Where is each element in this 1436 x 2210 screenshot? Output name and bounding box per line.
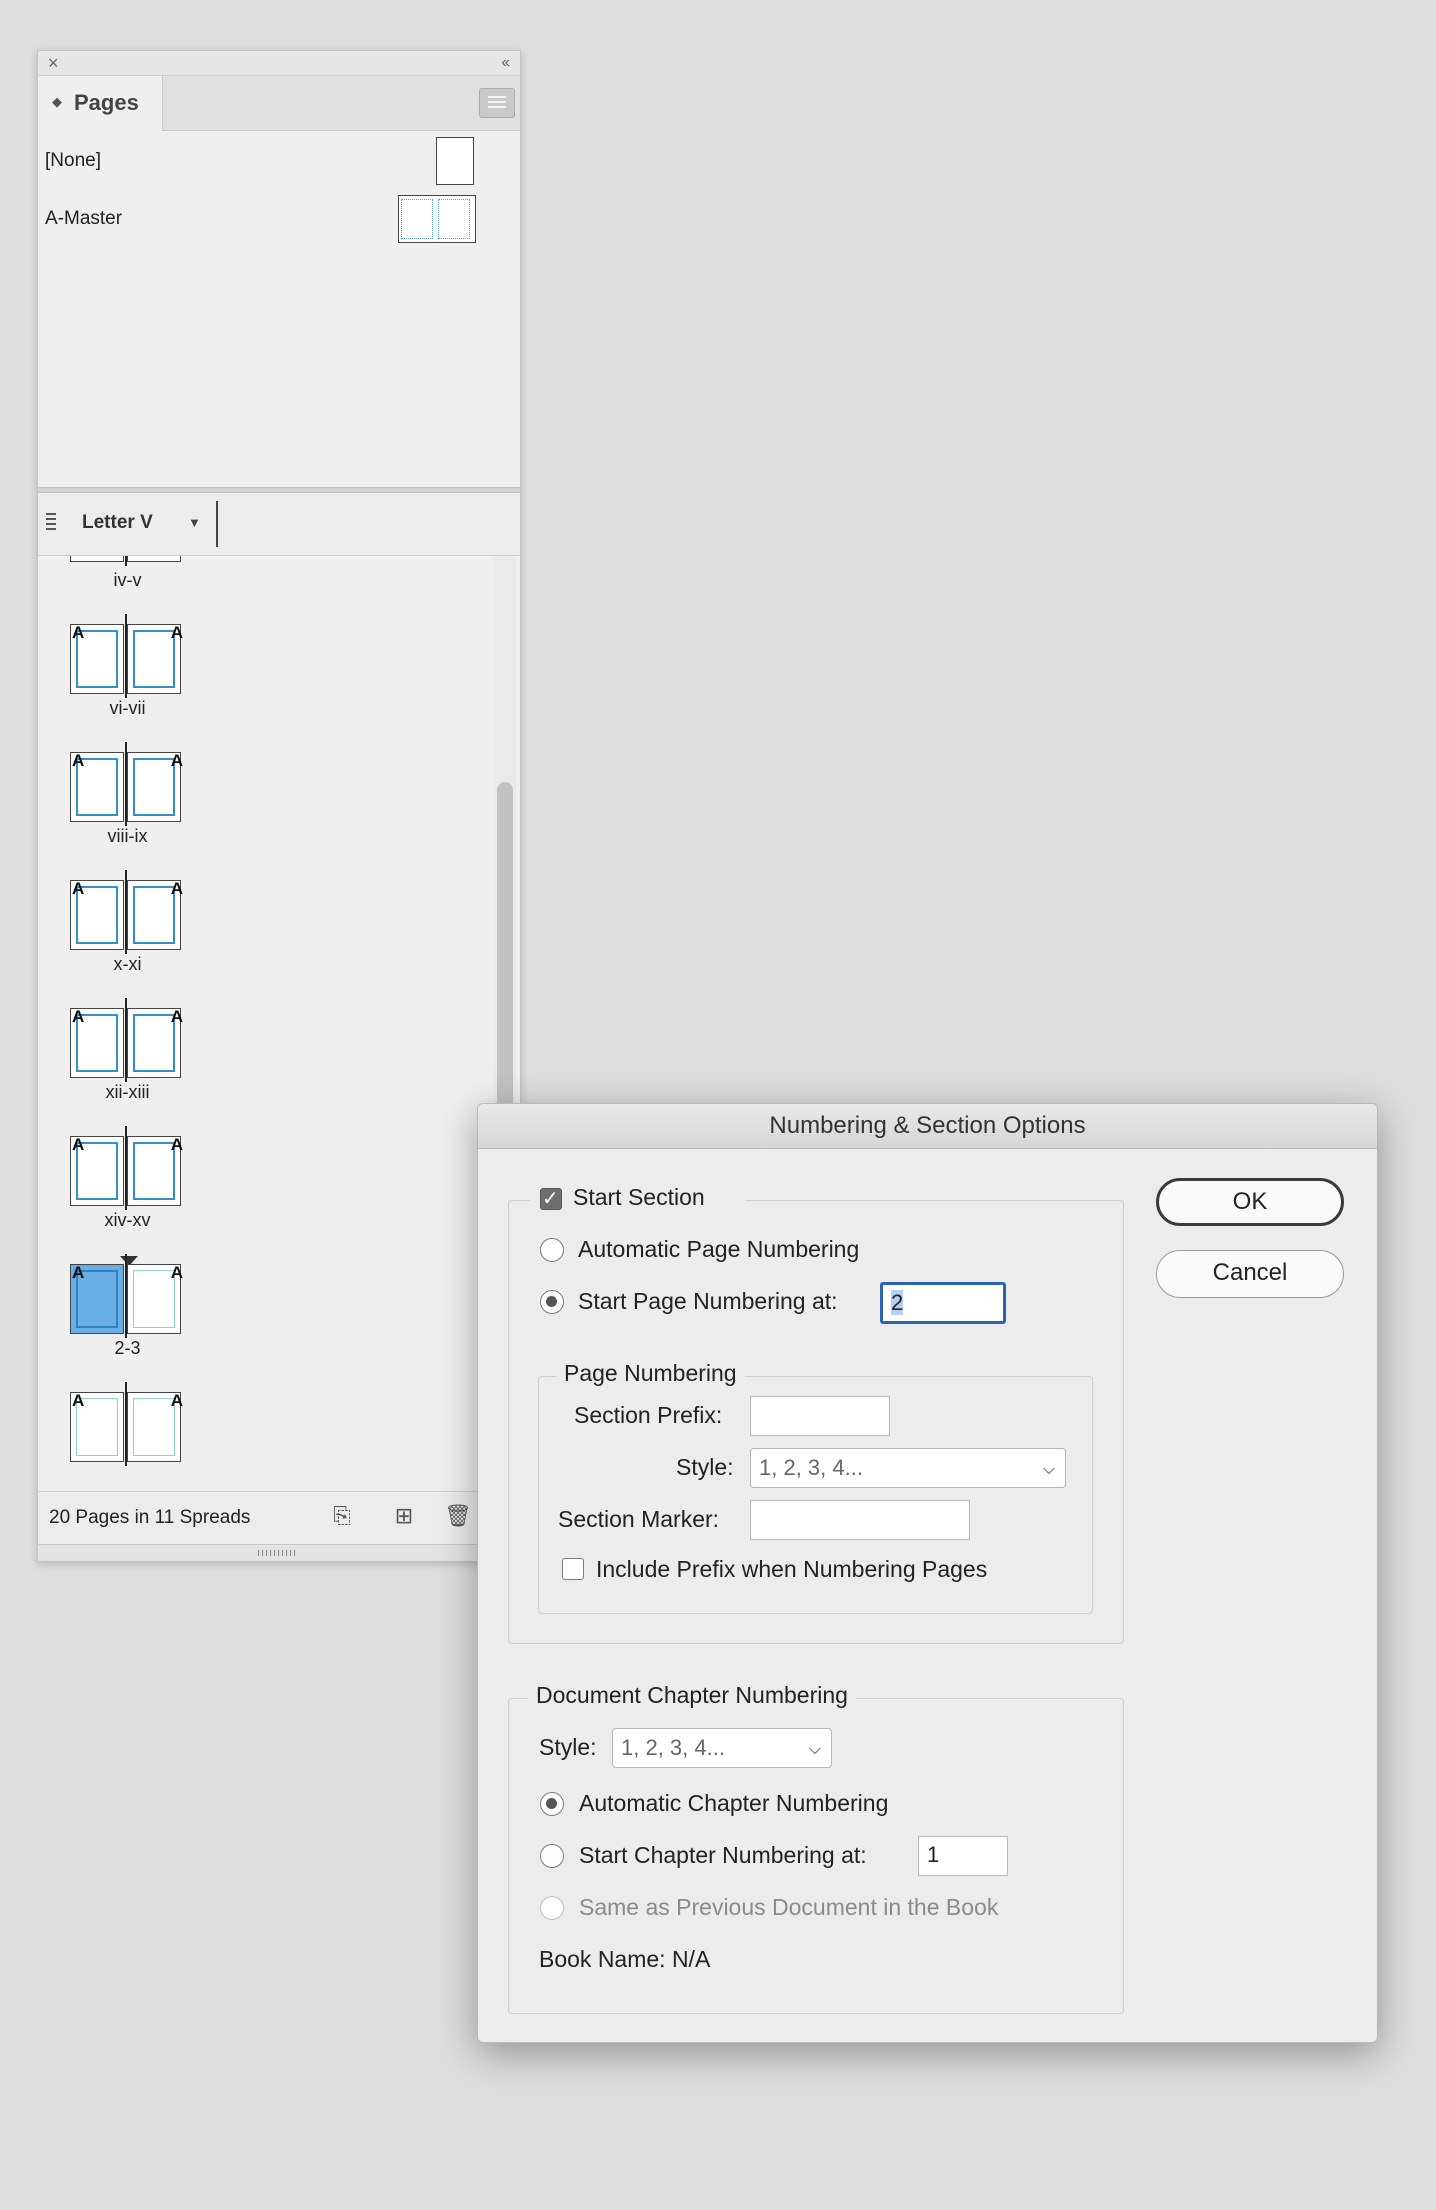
- collapse-icon[interactable]: ‹‹: [501, 52, 510, 74]
- section-prefix-input[interactable]: [750, 1396, 890, 1436]
- spread-thumbnail[interactable]: A A: [70, 998, 185, 1082]
- master-none-thumbnail[interactable]: [436, 137, 474, 185]
- page-thumbnail[interactable]: [127, 556, 181, 562]
- chevron-down-icon[interactable]: ▼: [188, 515, 201, 530]
- spread-label: x-xi: [113, 954, 142, 974]
- chapter-style-select[interactable]: 1, 2, 3, 4... ⌵: [612, 1728, 832, 1768]
- master-marker: A: [170, 751, 183, 770]
- spread-thumbnail[interactable]: A A: [70, 1382, 185, 1466]
- chapter-style-label: Style:: [539, 1734, 597, 1760]
- master-marker: A: [170, 1135, 183, 1154]
- auto-chapter-numbering-radio[interactable]: [540, 1792, 564, 1816]
- master-a-thumbnail[interactable]: [398, 195, 476, 243]
- pages-panel: × ‹‹ ◆ Pages [None] A-Master Letter V ▼: [37, 50, 521, 1562]
- spreads-list: iv-v A A vi-vii A A viii-ix A A x-xi A A…: [38, 556, 520, 1489]
- new-page-icon[interactable]: ⊞: [390, 1502, 418, 1530]
- dialog-title: Numbering & Section Options: [478, 1104, 1377, 1149]
- cancel-button[interactable]: Cancel: [1156, 1250, 1344, 1298]
- section-marker-input[interactable]: [750, 1500, 970, 1540]
- page-numbering-legend: Page Numbering: [556, 1360, 745, 1387]
- chevron-down-icon: ⌵: [808, 1741, 821, 1758]
- spread-thumbnail[interactable]: A A: [70, 742, 185, 826]
- master-marker: A: [72, 1135, 85, 1154]
- panel-titlebar: × ‹‹: [38, 51, 520, 76]
- numbering-section-dialog: Numbering & Section Options Start Sectio…: [477, 1103, 1378, 2043]
- divider: [216, 501, 218, 547]
- auto-page-numbering-radio[interactable]: [540, 1238, 564, 1262]
- page-size-dropdown[interactable]: Letter V: [82, 512, 153, 534]
- panel-resize-grip[interactable]: [38, 1544, 520, 1561]
- page-thumbnail[interactable]: [70, 556, 124, 562]
- panel-tabbar: ◆ Pages: [38, 76, 520, 131]
- auto-page-numbering-label: Automatic Page Numbering: [578, 1236, 860, 1262]
- tab-pages-label: Pages: [74, 90, 139, 115]
- spread-label: xiv-xv: [104, 1210, 151, 1230]
- master-marker: A: [72, 879, 85, 898]
- book-name-label: Book Name: N/A: [539, 1946, 711, 1972]
- start-page-numbering-label: Start Page Numbering at:: [578, 1288, 838, 1314]
- spread-label: 2-3: [114, 1338, 141, 1358]
- ok-button[interactable]: OK: [1156, 1178, 1344, 1226]
- master-none-row[interactable]: [None]: [38, 137, 520, 187]
- master-marker: A: [170, 1263, 183, 1282]
- master-marker: A: [72, 623, 85, 642]
- tab-pages[interactable]: ◆ Pages: [38, 76, 163, 131]
- spread-label: xii-xiii: [105, 1082, 150, 1102]
- page-size-icon[interactable]: ⎘: [328, 1502, 356, 1530]
- start-page-numbering-radio[interactable]: [540, 1290, 564, 1314]
- same-as-previous-label: Same as Previous Document in the Book: [579, 1894, 999, 1920]
- master-a-row[interactable]: A-Master: [38, 195, 520, 245]
- expand-collapse-icon: ◆: [52, 94, 62, 109]
- include-prefix-label: Include Prefix when Numbering Pages: [596, 1556, 988, 1582]
- start-chapter-number-input[interactable]: 1: [918, 1836, 1008, 1876]
- auto-chapter-numbering-label: Automatic Chapter Numbering: [579, 1790, 889, 1816]
- spread-label: iv-v: [113, 570, 142, 590]
- spread-label: viii-ix: [107, 826, 148, 846]
- spread-thumbnail[interactable]: A A: [70, 614, 185, 698]
- master-marker: A: [170, 879, 183, 898]
- start-chapter-numbering-radio[interactable]: [540, 1844, 564, 1868]
- master-a-label: A-Master: [45, 208, 123, 229]
- spread-thumbnail[interactable]: A A: [70, 1126, 185, 1210]
- master-none-label: [None]: [45, 150, 101, 171]
- master-marker: A: [72, 1007, 85, 1026]
- trash-icon[interactable]: 🗑: [444, 1502, 472, 1530]
- page-style-label: Style:: [676, 1454, 734, 1480]
- section-prefix-label: Section Prefix:: [574, 1402, 723, 1428]
- section-marker-label: Section Marker:: [558, 1506, 720, 1532]
- start-section-label: Start Section: [573, 1184, 705, 1210]
- page-style-select[interactable]: 1, 2, 3, 4... ⌵: [750, 1448, 1066, 1488]
- master-marker: A: [170, 1391, 183, 1410]
- spread-label: vi-vii: [109, 698, 146, 718]
- page-count-status: 20 Pages in 11 Spreads: [49, 1507, 251, 1528]
- spread-thumbnail[interactable]: A A: [70, 870, 185, 954]
- chapter-numbering-legend: Document Chapter Numbering: [528, 1682, 856, 1709]
- include-prefix-checkbox[interactable]: [562, 1558, 584, 1580]
- master-marker: A: [170, 1007, 183, 1026]
- panel-menu-icon[interactable]: [479, 88, 515, 118]
- master-marker: A: [170, 623, 183, 642]
- master-marker: A: [72, 751, 85, 770]
- grip-icon: [46, 513, 56, 533]
- master-marker: A: [72, 1391, 85, 1410]
- master-marker: A: [72, 1263, 85, 1282]
- spread-thumbnail[interactable]: [70, 556, 185, 566]
- start-page-number-input[interactable]: 2: [880, 1282, 1006, 1324]
- chevron-down-icon: ⌵: [1042, 1461, 1055, 1478]
- spread-thumbnail-selected[interactable]: A A: [70, 1254, 185, 1338]
- close-icon[interactable]: ×: [48, 52, 59, 74]
- same-as-previous-radio[interactable]: [540, 1896, 564, 1920]
- panel-footer: 20 Pages in 11 Spreads ⎘ ⊞ 🗑: [38, 1491, 520, 1544]
- start-section-checkbox[interactable]: [540, 1186, 562, 1211]
- start-chapter-numbering-label: Start Chapter Numbering at:: [579, 1842, 867, 1868]
- page-size-bar: Letter V ▼: [38, 493, 520, 556]
